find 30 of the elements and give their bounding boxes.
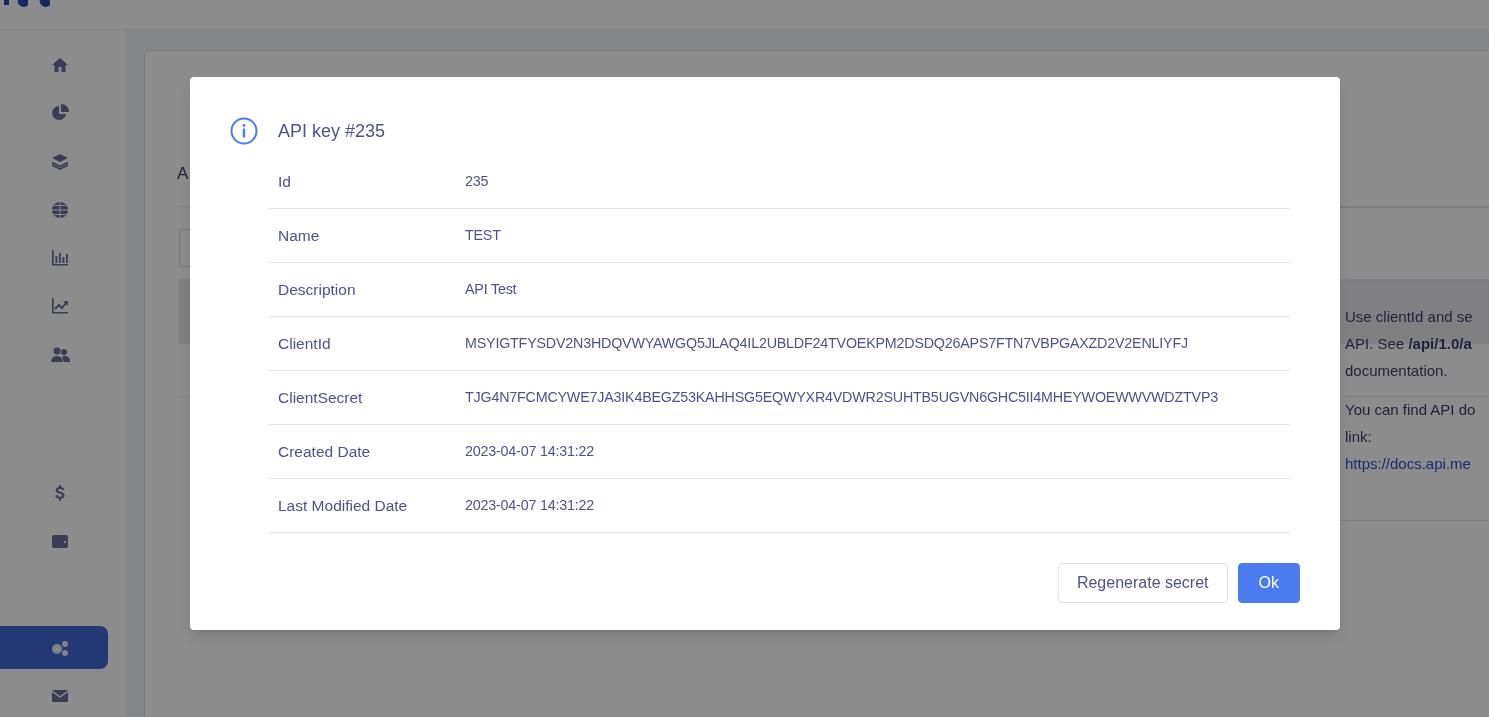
field-label: Id	[278, 171, 292, 192]
docs-link[interactable]: https://docs.api.me	[1345, 450, 1471, 477]
layers-icon	[50, 151, 70, 172]
field-value: API Test	[465, 279, 517, 299]
field-label: Name	[278, 225, 321, 246]
field-value: 2023-04-07 14:31:22	[465, 441, 594, 461]
page-subtitle: A	[177, 163, 189, 185]
sidebar-item[interactable]	[0, 626, 108, 669]
dialog-title: API key #235	[278, 119, 386, 143]
globe-icon	[50, 199, 70, 220]
field-value: 235	[465, 171, 489, 191]
field-label: Last Modified Date	[278, 495, 409, 516]
field-label: ClientSecret	[278, 387, 364, 408]
field-label: ClientId	[278, 333, 332, 354]
help-text: You can find API do	[1345, 400, 1476, 420]
help-text: API. See /api/1.0/a	[1345, 334, 1472, 354]
ok-button[interactable]: Ok	[1237, 563, 1300, 603]
info-icon	[230, 117, 258, 145]
field-label: Created Date	[278, 441, 372, 462]
line-chart-icon	[50, 296, 70, 317]
help-text: Use clientId and se	[1345, 307, 1473, 327]
bar-chart-icon	[50, 248, 70, 269]
field-value: MSYIGTFYSDV2N3HDQVWYAWGQ5JLAQ4IL2UBLDF24TVOEKPM2DSDQ26APS7FTN7VBPGAXZD2V2ENLIYFJ	[465, 333, 1188, 353]
field-value: TEST	[465, 225, 501, 245]
help-text: link:	[1345, 427, 1372, 447]
field-value: TJG4N7FCMCYWE7JA3IK4BEGZ53KAHHSG5EQWYXR4VDWR2SUHTB5UGVN6GHC5II4MHEYWOEWWVWDZTVP3	[465, 387, 1218, 407]
help-text: documentation.	[1345, 361, 1448, 381]
field-label: Description	[278, 279, 357, 300]
regenerate-button[interactable]: Regenerate secret	[1057, 563, 1228, 603]
field-value: 2023-04-07 14:31:22	[465, 495, 594, 515]
